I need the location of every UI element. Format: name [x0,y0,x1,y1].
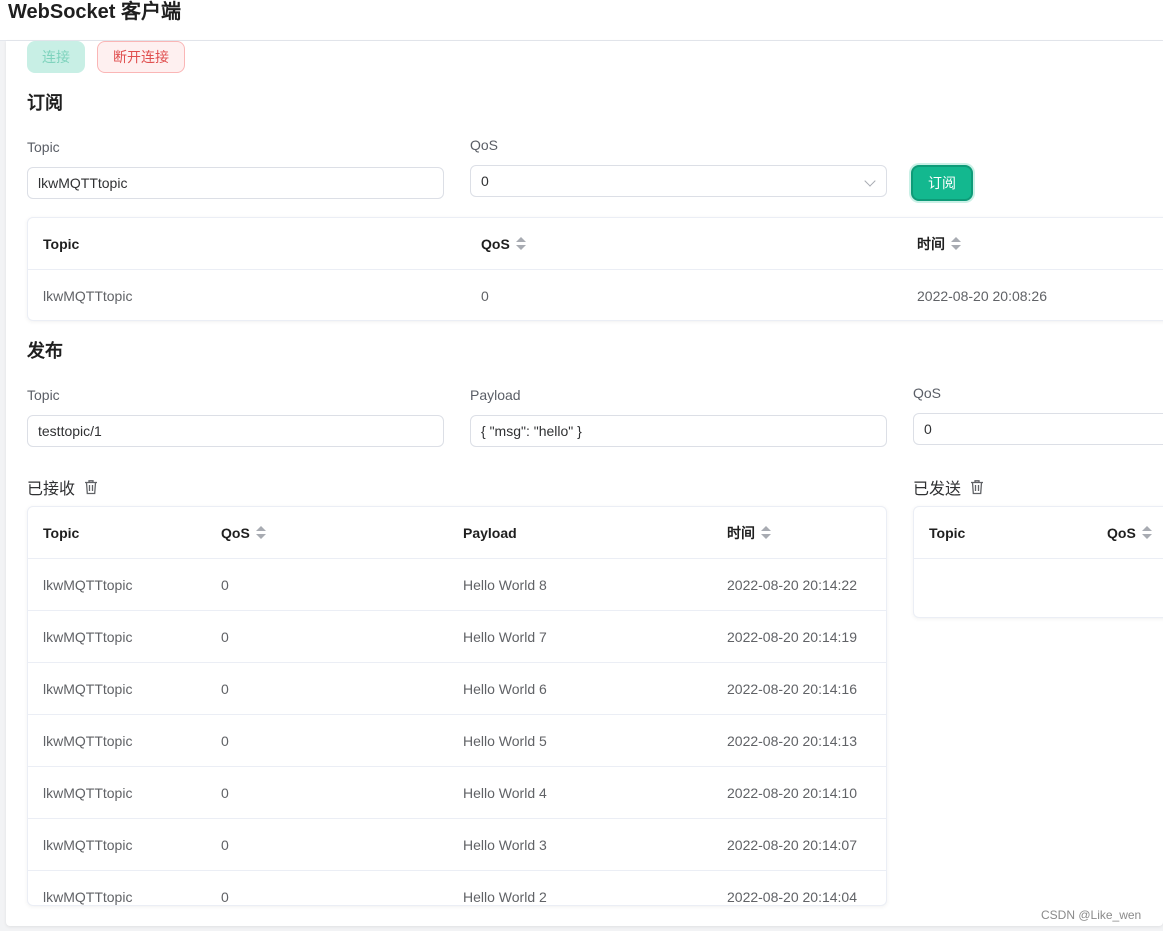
subscribe-topic-label: Topic [27,139,60,155]
disconnect-button[interactable]: 断开连接 [97,41,185,73]
cell-topic: lkwMQTTtopic [43,785,133,801]
column-header-qos[interactable]: QoS [1107,507,1152,559]
cell-qos: 0 [221,577,229,593]
publish-qos-select[interactable]: 0 [913,413,1163,445]
column-header-qos[interactable]: QoS [221,507,266,559]
cell-qos: 0 [481,288,489,304]
sort-caret-icon[interactable] [951,237,961,251]
subscribe-qos-select[interactable]: 0 [470,165,887,197]
cell-payload: Hello World 5 [463,733,547,749]
cell-qos: 0 [221,889,229,905]
table-row: lkwMQTTtopic 0 Hello World 6 2022-08-20 20:… [28,663,886,715]
publish-qos-label: QoS [913,385,942,401]
subscribe-section-title: 订阅 [27,93,63,113]
table-header: Topic QoS [914,507,1163,559]
received-table: Topic QoS Payload 时间 lkwMQTTtopic 0 Hello … [27,506,887,906]
page-header: WebSocket 客户端 [0,0,1163,41]
publish-payload-label: Payload [470,387,521,403]
cell-topic: lkwMQTTtopic [43,681,133,697]
column-header-time[interactable]: 时间 [727,507,771,559]
subscribe-qos-label: QoS [470,137,499,153]
main-card: 连接 断开连接 订阅 Topic lkwMQTTtopic QoS 0 订阅 T… [6,41,1163,926]
cell-time: 2022-08-20 20:14:19 [727,629,857,645]
publish-payload-input[interactable]: { "msg": "hello" } [470,415,887,447]
trash-icon[interactable] [84,479,98,495]
cell-topic: lkwMQTTtopic [43,889,133,905]
subscriptions-table: Topic QoS 时间 lkwMQTTtopic 0 2022-08-20 2… [27,217,1163,321]
cell-time: 2022-08-20 20:14:07 [727,837,857,853]
cell-qos: 0 [221,681,229,697]
publish-topic-input[interactable]: testtopic/1 [27,415,444,447]
publish-payload-value: { "msg": "hello" } [481,423,582,439]
table-row: lkwMQTTtopic 0 Hello World 2 2022-08-20 20:… [28,871,886,905]
sent-table: Topic QoS [913,506,1163,618]
table-row: lkwMQTTtopic 0 2022-08-20 20:08:26 [28,270,1163,320]
cell-payload: Hello World 3 [463,837,547,853]
app-title: WebSocket 客户端 [8,1,181,23]
cell-topic: lkwMQTTtopic [43,577,133,593]
chevron-down-icon [864,175,876,187]
cell-time: 2022-08-20 20:08:26 [917,288,1047,304]
trash-icon[interactable] [970,479,984,495]
column-header-topic: Topic [43,236,80,252]
table-header: Topic QoS Payload 时间 [28,507,886,559]
publish-topic-label: Topic [27,387,60,403]
table-header: Topic QoS 时间 [28,218,1163,270]
cell-qos: 0 [221,837,229,853]
subscribe-button[interactable]: 订阅 [911,165,973,201]
watermark: CSDN @Like_wen [1041,908,1142,922]
table-row: lkwMQTTtopic 0 Hello World 3 2022-08-20 20:… [28,819,886,871]
received-title: 已接收 [27,475,98,499]
sort-caret-icon[interactable] [515,237,526,251]
cell-time: 2022-08-20 20:14:22 [727,577,857,593]
cell-qos: 0 [221,629,229,645]
cell-topic: lkwMQTTtopic [43,733,133,749]
cell-time: 2022-08-20 20:14:04 [727,889,857,905]
subscribe-topic-input[interactable]: lkwMQTTtopic [27,167,444,199]
column-header-payload: Payload [463,525,517,541]
cell-payload: Hello World 2 [463,889,547,905]
publish-section-title: 发布 [27,341,63,361]
cell-time: 2022-08-20 20:14:13 [727,733,857,749]
sort-caret-icon[interactable] [761,526,771,540]
cell-payload: Hello World 6 [463,681,547,697]
cell-payload: Hello World 4 [463,785,547,801]
sort-caret-icon[interactable] [255,526,266,540]
cell-time: 2022-08-20 20:14:16 [727,681,857,697]
column-header-topic: Topic [43,525,80,541]
column-header-time[interactable]: 时间 [917,218,961,270]
table-row: lkwMQTTtopic 0 Hello World 4 2022-08-20 20:… [28,767,886,819]
publish-topic-value: testtopic/1 [38,423,102,439]
connect-button[interactable]: 连接 [27,41,85,73]
subscribe-topic-value: lkwMQTTtopic [38,175,128,191]
cell-topic: lkwMQTTtopic [43,629,133,645]
column-header-topic: Topic [929,525,966,541]
cell-qos: 0 [221,785,229,801]
cell-payload: Hello World 8 [463,577,547,593]
cell-time: 2022-08-20 20:14:10 [727,785,857,801]
cell-topic: lkwMQTTtopic [43,837,133,853]
publish-qos-value: 0 [924,421,932,437]
table-row: lkwMQTTtopic 0 Hello World 7 2022-08-20 20:… [28,611,886,663]
cell-qos: 0 [221,733,229,749]
cell-payload: Hello World 7 [463,629,547,645]
column-header-qos[interactable]: QoS [481,218,526,270]
table-row: lkwMQTTtopic 0 Hello World 5 2022-08-20 20:… [28,715,886,767]
sent-title: 已发送 [913,475,984,499]
sort-caret-icon[interactable] [1141,526,1152,540]
cell-topic: lkwMQTTtopic [43,288,133,304]
subscribe-qos-value: 0 [481,173,489,189]
table-row: lkwMQTTtopic 0 Hello World 8 2022-08-20 20:… [28,559,886,611]
